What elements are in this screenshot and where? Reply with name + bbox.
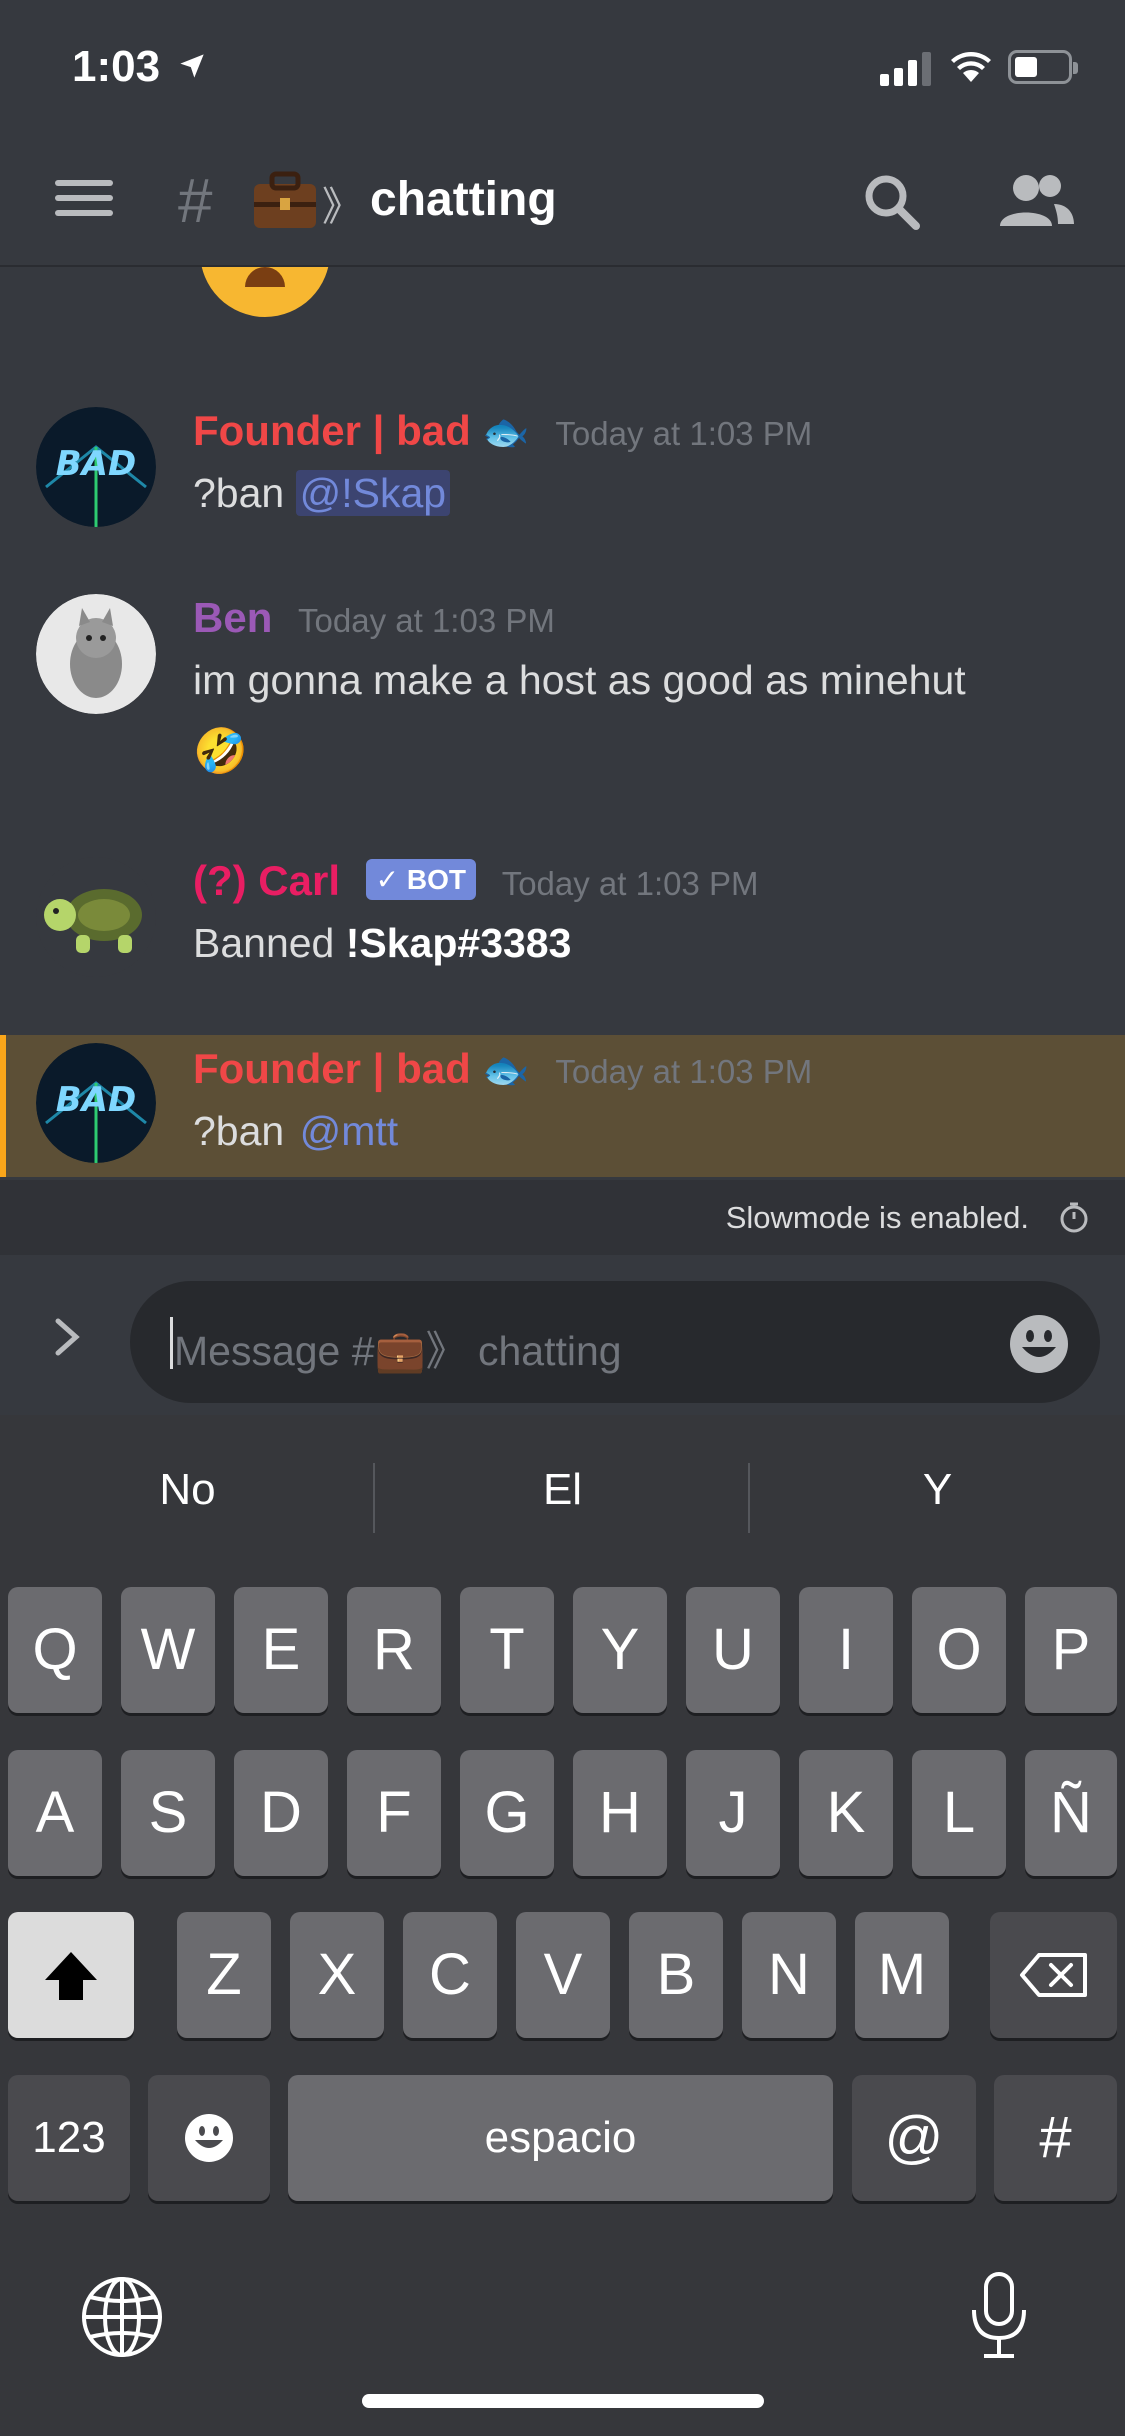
message-input[interactable]: Message #💼》 chatting [130, 1281, 1100, 1403]
slowmode-text: Slowmode is enabled. [725, 1200, 1029, 1235]
suggestion-2[interactable]: El [375, 1465, 750, 1515]
timer-icon [1060, 1202, 1088, 1233]
shift-arrow-icon [45, 1952, 97, 2000]
text-caret [170, 1317, 173, 1369]
fish-emoji-icon: 🐟 [482, 1050, 530, 1092]
key-s[interactable]: S [121, 1750, 215, 1876]
key-l[interactable]: L [912, 1750, 1006, 1876]
space-key[interactable]: espacio [288, 2075, 833, 2201]
message-item[interactable]: (?) Carl ✓ BOT Today at 1:03 PM Banned !… [0, 857, 1125, 997]
message-timestamp: Today at 1:03 PM [501, 865, 759, 902]
key-v[interactable]: V [516, 1912, 610, 2038]
globe-icon[interactable] [80, 2275, 164, 2359]
hash-key[interactable]: # [994, 2075, 1117, 2201]
emoji-keyboard-key[interactable] [148, 2075, 270, 2201]
key-q[interactable]: Q [8, 1587, 102, 1713]
message-author[interactable]: Ben Today at 1:03 PM [193, 594, 555, 642]
message-list[interactable]: BAD Founder | bad 🐟 Today at 1:03 PM ?ba… [0, 267, 1125, 1177]
message-input-placeholder: Message #💼》 chatting [174, 1328, 622, 1374]
status-bar: 1:03 [0, 0, 1125, 140]
slowmode-banner: Slowmode is enabled. [0, 1180, 1125, 1255]
key-p[interactable]: P [1025, 1587, 1117, 1713]
message-item[interactable]: Ben Today at 1:03 PM im gonna make a hos… [0, 594, 1125, 814]
cellular-signal-icon [880, 52, 931, 86]
key-m[interactable]: M [855, 1912, 949, 2038]
status-time: 1:03 [72, 42, 161, 91]
avatar-bad[interactable]: BAD [36, 407, 156, 527]
fish-emoji-icon: 🐟 [482, 412, 530, 454]
avatar-ben[interactable] [36, 594, 156, 714]
bot-badge: ✓ BOT [365, 859, 477, 900]
key-z[interactable]: Z [177, 1912, 271, 2038]
briefcase-icon: 》 [254, 171, 350, 230]
message-timestamp: Today at 1:03 PM [555, 1053, 813, 1090]
svg-text:》: 》 [322, 184, 350, 230]
message-author[interactable]: (?) Carl ✓ BOT Today at 1:03 PM [193, 857, 759, 905]
channel-name: chatting [370, 173, 557, 226]
backspace-icon [1019, 1953, 1087, 1997]
key-t[interactable]: T [460, 1587, 554, 1713]
message-author[interactable]: Founder | bad 🐟 Today at 1:03 PM [193, 407, 812, 455]
search-icon[interactable] [862, 172, 922, 232]
user-mention[interactable]: @!Skap [295, 470, 451, 516]
key-a[interactable]: A [8, 1750, 102, 1876]
suggestion-1[interactable]: No [0, 1465, 375, 1515]
user-mention[interactable]: @mtt [296, 1108, 403, 1154]
members-icon[interactable] [998, 172, 1074, 230]
key-n[interactable]: N [742, 1912, 836, 2038]
menu-icon[interactable] [55, 180, 113, 224]
sad-face-emoji-icon [200, 267, 330, 317]
key-i[interactable]: I [799, 1587, 893, 1713]
home-indicator[interactable] [362, 2394, 764, 2408]
key-u[interactable]: U [686, 1587, 780, 1713]
message-item[interactable]: BAD Founder | bad 🐟 Today at 1:03 PM ?ba… [0, 407, 1125, 547]
avatar-bad[interactable]: BAD [36, 1043, 156, 1163]
key-o[interactable]: O [912, 1587, 1006, 1713]
message-content: ?ban @mtt [193, 1095, 402, 1167]
key-f[interactable]: F [347, 1750, 441, 1876]
key-c[interactable]: C [403, 1912, 497, 2038]
message-content: ?ban @!Skap [193, 457, 451, 529]
message-composer: Message #💼》 chatting [0, 1255, 1125, 1415]
message-timestamp: Today at 1:03 PM [298, 602, 555, 639]
key-y[interactable]: Y [573, 1587, 667, 1713]
emoji-keyboard-icon [185, 2114, 233, 2162]
wifi-icon [951, 52, 991, 82]
suggestion-3[interactable]: Y [750, 1465, 1125, 1515]
microphone-icon[interactable] [968, 2270, 1030, 2362]
battery-icon [1008, 50, 1078, 84]
backspace-key[interactable] [990, 1912, 1117, 2038]
key-d[interactable]: D [234, 1750, 328, 1876]
emoji-picker-icon[interactable] [1008, 1313, 1070, 1375]
key-w[interactable]: W [121, 1587, 215, 1713]
key-k[interactable]: K [799, 1750, 893, 1876]
chevron-right-icon[interactable] [52, 1315, 82, 1359]
keyboard: No El Y Q W E R T Y U I O P A S D F G H … [0, 1415, 1125, 2436]
message-content: im gonna make a host as good as minehut [193, 657, 966, 703]
channel-header: # 》 chatting [0, 140, 1125, 267]
key-b[interactable]: B [629, 1912, 723, 2038]
avatar-carl[interactable] [36, 857, 156, 977]
key-e[interactable]: E [234, 1587, 328, 1713]
svg-text:BAD: BAD [56, 444, 136, 484]
key-x[interactable]: X [290, 1912, 384, 2038]
message-timestamp: Today at 1:03 PM [555, 415, 813, 452]
location-arrow-icon [180, 54, 204, 78]
key-g[interactable]: G [460, 1750, 554, 1876]
key-h[interactable]: H [573, 1750, 667, 1876]
svg-text:BAD: BAD [56, 1080, 136, 1120]
rofl-emoji-icon: 🤣 [193, 727, 248, 776]
message-content: Banned !Skap#3383 [193, 920, 572, 966]
key-n-tilde[interactable]: Ñ [1025, 1750, 1117, 1876]
shift-key[interactable] [8, 1912, 134, 2038]
numbers-key[interactable]: 123 [8, 2075, 130, 2201]
key-r[interactable]: R [347, 1587, 441, 1713]
message-item-highlighted[interactable]: BAD Founder | bad 🐟 Today at 1:03 PM ?ba… [0, 1035, 1125, 1177]
message-author[interactable]: Founder | bad 🐟 Today at 1:03 PM [193, 1045, 812, 1093]
at-key[interactable]: @ [852, 2075, 976, 2201]
key-j[interactable]: J [686, 1750, 780, 1876]
channel-hash-icon: # [178, 167, 213, 236]
